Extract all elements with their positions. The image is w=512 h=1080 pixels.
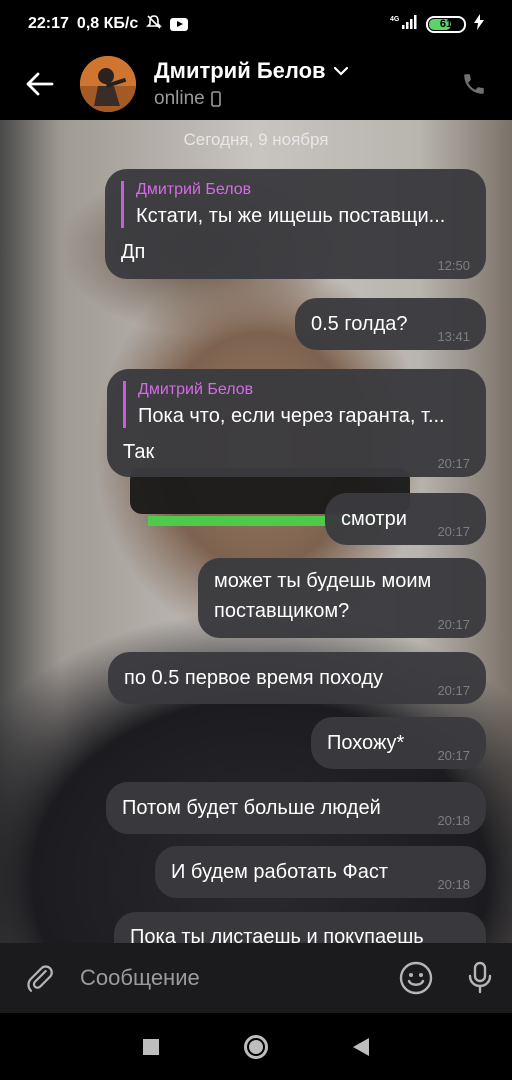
message-time: 13:41	[437, 329, 470, 344]
message-time: 20:18	[437, 813, 470, 828]
microphone-icon	[468, 961, 492, 994]
attach-button[interactable]	[0, 943, 80, 1013]
message-bubble[interactable]: Дмитрий Белов Пока что, если через гаран…	[107, 369, 486, 477]
message-text: Дп	[121, 241, 146, 263]
muted-bell-icon	[146, 14, 163, 35]
back-button[interactable]	[0, 48, 80, 120]
reply-quote[interactable]: Дмитрий Белов Пока что, если через гаран…	[123, 381, 471, 428]
network-speed: 0,8 КБ/с	[76, 15, 139, 32]
chevron-down-icon	[333, 66, 348, 76]
message-bubble[interactable]: смотри 20:17	[325, 493, 486, 545]
message-time: 20:18	[437, 877, 470, 892]
message-composer	[0, 943, 512, 1013]
contact-name: Дмитрий Белов	[154, 58, 326, 83]
mobile-device-icon	[210, 91, 221, 107]
message-input[interactable]	[80, 953, 384, 1003]
message-time: 20:17	[437, 524, 470, 539]
message-text-line-1: может ты будешь моим	[214, 570, 432, 592]
avatar[interactable]	[80, 56, 136, 112]
voice-message-button[interactable]	[448, 943, 512, 1013]
system-back-button[interactable]	[353, 1037, 369, 1056]
message-time: 12:50	[437, 258, 470, 273]
message-bubble[interactable]: Пока ты листаешь и покупаешь	[114, 912, 486, 943]
recent-apps-button[interactable]	[143, 1038, 159, 1055]
message-bubble[interactable]: может ты будешь моим поставщиком? 20:17	[198, 558, 486, 638]
chat-area[interactable]: Сегодня, 9 ноября Дмитрий Белов Кстати, …	[0, 120, 512, 943]
youtube-icon	[170, 17, 189, 31]
message-text: Потом будет больше людей	[122, 797, 381, 819]
back-arrow-icon	[26, 72, 54, 96]
paperclip-icon	[27, 965, 53, 992]
message-time: 20:17	[437, 617, 470, 632]
message-bubble[interactable]: И будем работать Фаст 20:18	[155, 846, 486, 898]
signal-icon: 4G	[390, 14, 418, 35]
message-bubble[interactable]: 0.5 голда? 13:41	[295, 298, 486, 350]
reply-author: Дмитрий Белов	[136, 181, 252, 198]
contact-name-dropdown[interactable]: Дмитрий Белов	[154, 58, 348, 84]
emoji-button[interactable]	[384, 943, 448, 1013]
message-bubble[interactable]: Дмитрий Белов Кстати, ты же ищешь постав…	[105, 169, 486, 279]
reply-text: Кстати, ты же ищешь поставщи...	[136, 205, 446, 227]
status-bar: 22:17 0,8 КБ/с 4G 61	[0, 0, 512, 48]
message-bubble[interactable]: Похожу* 20:17	[311, 717, 486, 769]
svg-text:4G: 4G	[390, 16, 400, 23]
charging-icon	[474, 13, 484, 35]
message-time: 20:17	[437, 683, 470, 698]
message-text-line-2: поставщиком?	[214, 600, 350, 622]
message-time: 20:17	[437, 456, 470, 471]
message-text: по 0.5 первое время походу	[124, 667, 384, 689]
chat-header: Дмитрий Белов online	[0, 48, 512, 120]
date-separator: Сегодня, 9 ноября	[183, 130, 329, 149]
message-text: И будем работать Фаст	[171, 861, 389, 883]
system-navigation-bar	[0, 1013, 512, 1080]
message-time: 20:17	[437, 748, 470, 763]
call-button[interactable]	[444, 54, 504, 114]
phone-icon	[464, 74, 484, 94]
message-bubble[interactable]: Потом будет больше людей 20:18	[106, 782, 486, 834]
smiley-icon	[399, 961, 433, 995]
reply-quote[interactable]: Дмитрий Белов Кстати, ты же ищешь постав…	[121, 181, 471, 228]
message-text: Так	[123, 441, 155, 463]
battery-indicator: 61	[426, 15, 466, 33]
status-time: 22:17	[28, 15, 69, 32]
contact-status: online	[154, 88, 205, 109]
home-button[interactable]	[244, 1034, 268, 1059]
reply-author: Дмитрий Белов	[138, 381, 254, 398]
reply-text: Пока что, если через гаранта, т...	[138, 405, 445, 427]
message-bubble[interactable]: по 0.5 первое время походу 20:17	[108, 652, 486, 704]
message-text: Пока ты листаешь и покупаешь	[130, 926, 424, 943]
